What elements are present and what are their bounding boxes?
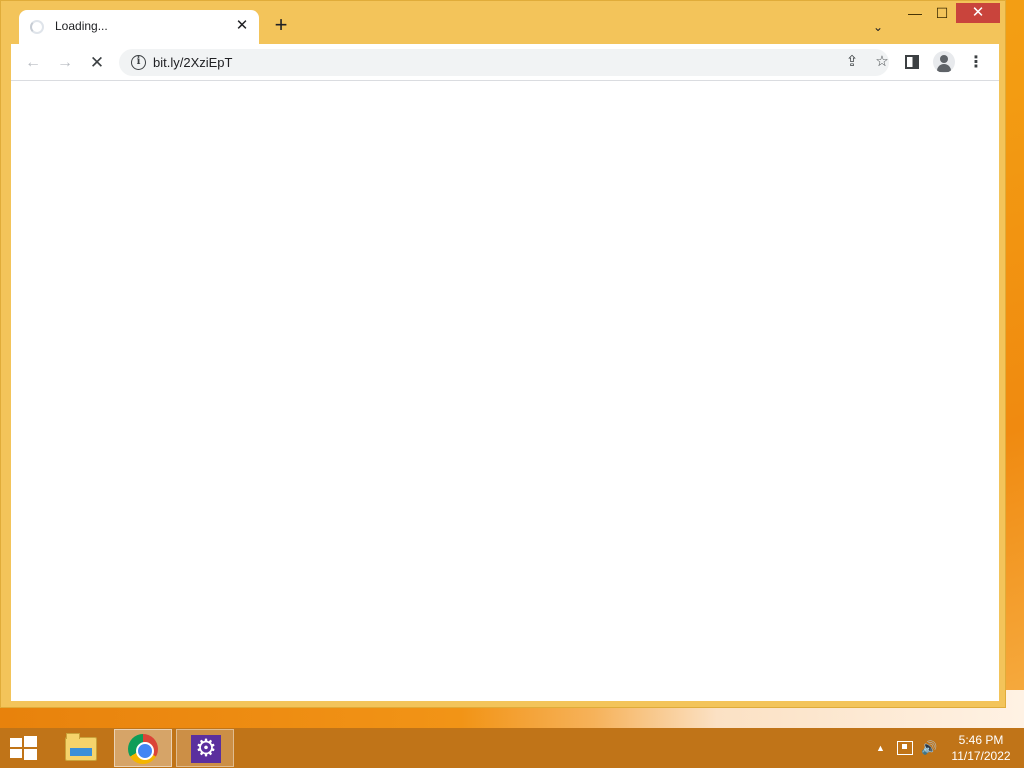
show-hidden-icons-icon[interactable]: ▲ bbox=[876, 740, 885, 756]
network-icon[interactable] bbox=[897, 741, 913, 755]
file-explorer-icon bbox=[65, 733, 97, 761]
taskbar-chrome[interactable] bbox=[114, 729, 172, 767]
clock-time[interactable]: 5:46 PM bbox=[944, 733, 1018, 747]
start-button-windows-icon[interactable] bbox=[8, 736, 38, 760]
new-tab-button[interactable]: + bbox=[269, 14, 293, 38]
site-info-icon[interactable]: i bbox=[131, 55, 146, 70]
minimize-button[interactable]: — bbox=[901, 3, 929, 23]
settings-icon: ⚙ bbox=[191, 735, 221, 763]
browser-window: Loading... ✕ + ⌄ — ☐ ✕ ← → ✕ i bit.ly/2X… bbox=[0, 0, 1006, 708]
tab-title: Loading... bbox=[55, 19, 108, 33]
taskbar-file-explorer[interactable] bbox=[52, 729, 110, 767]
tab-search-icon[interactable]: ⌄ bbox=[868, 17, 888, 37]
clock-date[interactable]: 11/17/2022 bbox=[944, 749, 1018, 763]
tab-close-icon[interactable]: ✕ bbox=[233, 17, 251, 35]
browser-toolbar: ← → ✕ i bit.ly/2XziEpT ⇪ ☆ ⋮ bbox=[11, 44, 999, 81]
stop-loading-button[interactable]: ✕ bbox=[85, 51, 109, 75]
side-panel-icon[interactable] bbox=[905, 55, 919, 69]
page-content-area[interactable] bbox=[11, 81, 999, 701]
back-button[interactable]: ← bbox=[21, 51, 45, 75]
close-window-button[interactable]: ✕ bbox=[956, 3, 1000, 23]
chrome-icon bbox=[128, 734, 158, 764]
share-icon[interactable]: ⇪ bbox=[841, 51, 863, 73]
title-bar: Loading... ✕ + ⌄ — ☐ ✕ bbox=[1, 1, 1005, 44]
profile-avatar-icon[interactable] bbox=[933, 51, 955, 73]
browser-tab[interactable]: Loading... ✕ bbox=[19, 10, 259, 44]
taskbar-settings[interactable]: ⚙ bbox=[176, 729, 234, 767]
address-bar[interactable]: i bit.ly/2XziEpT ⇪ ☆ bbox=[119, 49, 889, 76]
forward-button[interactable]: → bbox=[53, 51, 77, 75]
volume-icon[interactable]: 🔊 bbox=[921, 740, 937, 756]
url-text[interactable]: bit.ly/2XziEpT bbox=[153, 55, 232, 70]
browser-menu-icon[interactable]: ⋮ bbox=[967, 51, 985, 75]
loading-spinner-icon bbox=[30, 20, 44, 34]
taskbar: ⚙ ▲ 🔊 5:46 PM 11/17/2022 bbox=[0, 728, 1024, 768]
bookmark-star-icon[interactable]: ☆ bbox=[871, 51, 893, 73]
maximize-button[interactable]: ☐ bbox=[929, 3, 955, 23]
